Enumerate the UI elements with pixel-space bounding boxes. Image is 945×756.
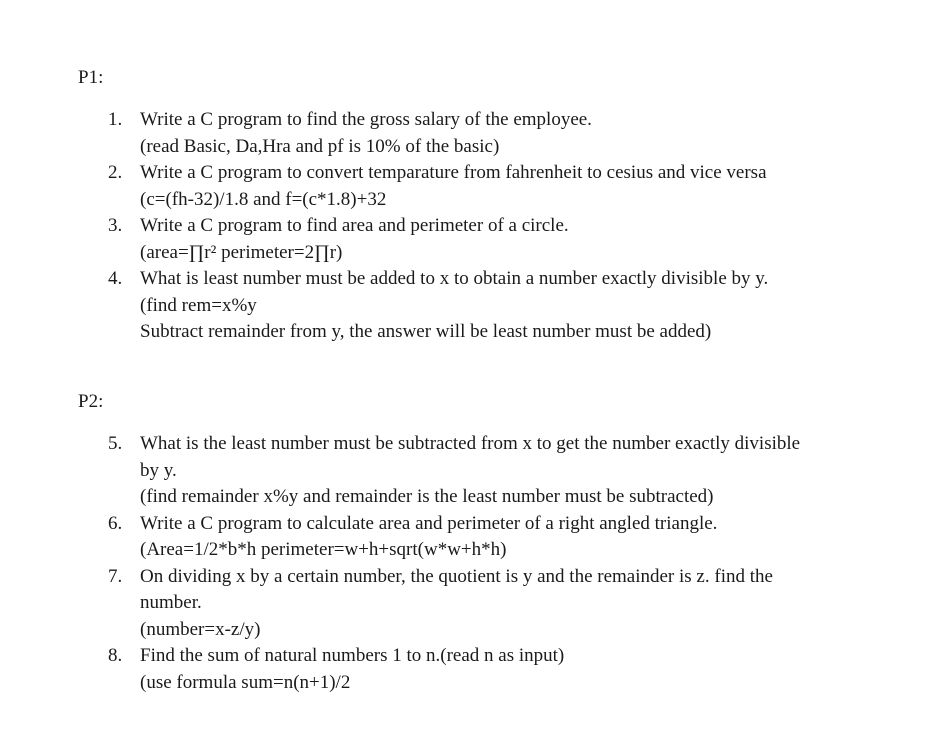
problem-text-line: (Area=1/2*b*h perimeter=w+h+sqrt(w*w+h*h… bbox=[140, 539, 507, 560]
problem-item-2: 2. Write a C program to convert temparat… bbox=[108, 160, 868, 213]
problem-text-line: (find rem=x%y bbox=[140, 294, 257, 316]
problem-item-5: 5. What is the least number must be subt… bbox=[108, 431, 868, 511]
problem-number: 3. bbox=[108, 215, 123, 236]
problem-item-6: 6. Write a C program to calculate area a… bbox=[108, 511, 868, 564]
problem-text-line: Subtract remainder from y, the answer wi… bbox=[140, 321, 712, 342]
problem-text-line: by y. bbox=[140, 459, 177, 481]
problem-text-line: Write a C program to convert temparature… bbox=[140, 162, 767, 183]
problem-number: 8. bbox=[108, 645, 123, 666]
problem-text-line: number. bbox=[140, 592, 202, 613]
problem-text-line: (c=(fh-32)/1.8 and f=(c*1.8)+32 bbox=[140, 188, 387, 210]
problem-text-line: On dividing x by a certain number, the q… bbox=[140, 565, 773, 587]
problem-item-4: 4. What is least number must be added to… bbox=[108, 266, 868, 346]
problem-number: 6. bbox=[108, 512, 123, 534]
problem-text-line: (number=x-z/y) bbox=[140, 618, 261, 640]
section-heading-p1: P1: bbox=[78, 67, 104, 88]
problem-number: 4. bbox=[108, 268, 123, 289]
problem-text-line: What is the least number must be subtrac… bbox=[140, 433, 801, 454]
problem-text-line: What is least number must be added to x … bbox=[140, 268, 769, 289]
problem-number: 1. bbox=[108, 109, 123, 130]
problem-item-7: 7. On dividing x by a certain number, th… bbox=[108, 564, 868, 644]
problem-text-line: Find the sum of natural numbers 1 to n.(… bbox=[140, 645, 565, 666]
problem-item-8: 8. Find the sum of natural numbers 1 to … bbox=[108, 643, 868, 696]
problem-item-1: 1. Write a C program to find the gross s… bbox=[108, 107, 868, 160]
problem-text-line: (area=∏r² perimeter=2∏r) bbox=[140, 241, 343, 263]
problem-text-line: (read Basic, Da,Hra and pf is 10% of the… bbox=[140, 135, 500, 157]
problem-number: 2. bbox=[108, 162, 123, 183]
problem-text-line: Write a C program to find the gross sala… bbox=[140, 109, 592, 130]
problem-text-line: (use formula sum=n(n+1)/2 bbox=[140, 671, 351, 693]
problem-number: 7. bbox=[108, 565, 123, 587]
problem-text-line: (find remainder x%y and remainder is the… bbox=[140, 486, 714, 507]
problem-text-line: Write a C program to find area and perim… bbox=[140, 215, 569, 236]
problem-item-3: 3. Write a C program to find area and pe… bbox=[108, 213, 868, 266]
section-heading-p2: P2: bbox=[78, 391, 104, 412]
problem-text-line: Write a C program to calculate area and … bbox=[140, 512, 718, 534]
problem-list-p1: 1. Write a C program to find the gross s… bbox=[108, 107, 868, 346]
problem-number: 5. bbox=[108, 433, 123, 454]
problem-list-p2: 5. What is the least number must be subt… bbox=[108, 431, 868, 696]
